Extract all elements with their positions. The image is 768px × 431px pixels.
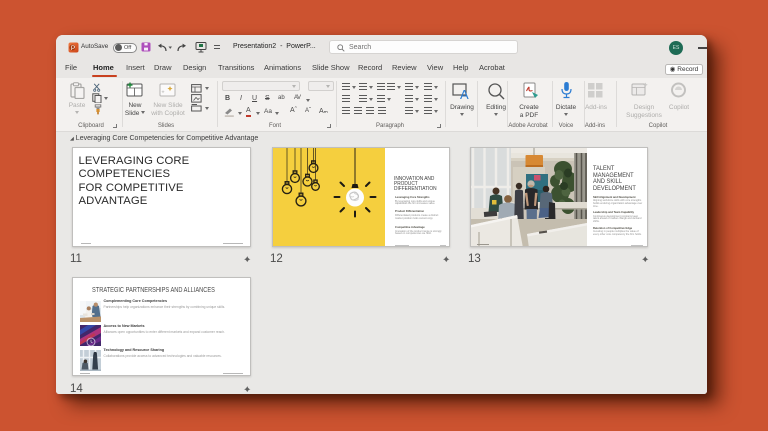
svg-text:A: A	[460, 87, 469, 100]
svg-text:P: P	[71, 45, 75, 52]
